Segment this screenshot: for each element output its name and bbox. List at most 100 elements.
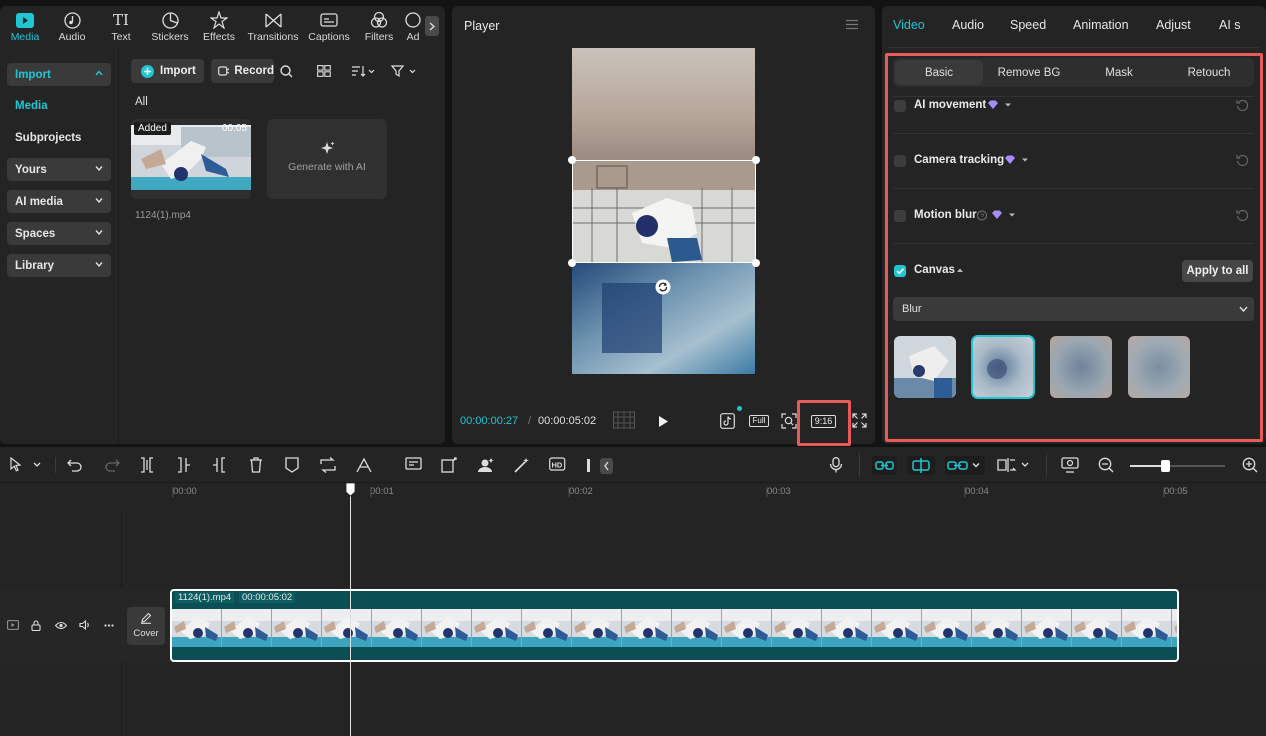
tab-adjust[interactable]: Adjust bbox=[1156, 18, 1191, 32]
resize-handle[interactable] bbox=[568, 156, 576, 164]
media-clip-card[interactable]: Added 00:05 bbox=[131, 119, 251, 199]
media-sidebar: Import Media Subprojects Yours AI media … bbox=[0, 46, 119, 444]
zoom-slider-track[interactable] bbox=[1130, 465, 1225, 467]
playhead-line[interactable] bbox=[350, 492, 351, 736]
sidebar-item-library[interactable]: Library bbox=[7, 254, 111, 277]
generate-with-ai-card[interactable]: Generate with AI bbox=[267, 119, 387, 199]
tab-filters[interactable]: Filters bbox=[354, 6, 404, 46]
toolbar-collapse-button[interactable] bbox=[600, 458, 613, 474]
tab-ai[interactable]: AI s bbox=[1219, 18, 1241, 32]
tab-transitions[interactable]: Transitions bbox=[248, 6, 298, 46]
track-video-icon[interactable] bbox=[7, 620, 19, 630]
tab-label: Stickers bbox=[151, 31, 189, 43]
fullscreen-icon[interactable] bbox=[852, 413, 867, 428]
tabs-scroll-right-button[interactable] bbox=[425, 16, 439, 36]
toolbar-grip bbox=[587, 459, 590, 472]
volume-icon[interactable] bbox=[79, 620, 91, 630]
ai-avatar-icon[interactable] bbox=[477, 457, 495, 473]
chevron-up-icon bbox=[95, 70, 103, 76]
menu-icon[interactable] bbox=[845, 19, 859, 30]
tab-adjust[interactable]: Ad bbox=[398, 6, 428, 46]
chevron-right-icon bbox=[429, 21, 435, 31]
delete-icon[interactable] bbox=[248, 457, 264, 473]
tab-effects[interactable]: Effects bbox=[194, 6, 244, 46]
link-clips-button[interactable] bbox=[945, 456, 985, 475]
tab-label: Media bbox=[10, 31, 40, 43]
tab-animation[interactable]: Animation bbox=[1073, 18, 1129, 32]
sidebar-item-ai-media[interactable]: AI media bbox=[7, 190, 111, 213]
sidebar-item-import[interactable]: Import bbox=[7, 63, 111, 86]
screen-fit-icon[interactable] bbox=[1061, 457, 1079, 473]
resize-handle[interactable] bbox=[752, 156, 760, 164]
play-icon[interactable] bbox=[658, 415, 669, 428]
tab-audio[interactable]: Audio bbox=[47, 6, 97, 46]
marker-icon[interactable] bbox=[284, 457, 300, 473]
sidebar-item-media[interactable]: Media bbox=[7, 94, 111, 117]
select-tool-icon[interactable] bbox=[9, 457, 43, 473]
tab-video[interactable]: Video bbox=[893, 18, 925, 32]
player-title: Player bbox=[464, 19, 500, 33]
inspector-highlight-box bbox=[885, 53, 1263, 442]
zoom-in-icon[interactable] bbox=[1242, 457, 1258, 473]
split-left-icon[interactable] bbox=[176, 457, 192, 473]
tool-tabs: Media Audio TI Text Stickers Effects Tra… bbox=[0, 6, 445, 46]
crop-icon[interactable] bbox=[441, 457, 459, 473]
resize-handle[interactable] bbox=[752, 259, 760, 267]
tiktok-icon[interactable] bbox=[720, 413, 735, 429]
tab-audio[interactable]: Audio bbox=[952, 18, 984, 32]
tab-media[interactable]: Media bbox=[0, 6, 50, 46]
tab-speed[interactable]: Speed bbox=[1010, 18, 1046, 32]
reverse-icon[interactable] bbox=[355, 457, 373, 473]
full-quality-button[interactable]: Full bbox=[749, 415, 769, 427]
sidebar-item-subprojects[interactable]: Subprojects bbox=[7, 126, 111, 149]
split-icon[interactable] bbox=[139, 457, 155, 473]
zoom-fit-icon[interactable] bbox=[781, 413, 797, 429]
grid-view-icon[interactable] bbox=[317, 65, 331, 77]
filmstrip-icon[interactable] bbox=[613, 411, 635, 429]
record-button[interactable]: Record bbox=[211, 59, 274, 83]
more-icon[interactable] bbox=[104, 624, 114, 627]
sidebar-item-spaces[interactable]: Spaces bbox=[7, 222, 111, 245]
adjust-icon bbox=[404, 11, 422, 29]
search-icon[interactable] bbox=[280, 65, 293, 78]
transitions-icon bbox=[264, 11, 282, 29]
magnet-toggle-button[interactable] bbox=[872, 456, 897, 475]
lock-icon[interactable] bbox=[31, 620, 41, 631]
loop-icon[interactable] bbox=[319, 457, 337, 473]
redo-icon[interactable] bbox=[104, 457, 120, 473]
filters-icon bbox=[370, 11, 388, 29]
sidebar-item-label: Library bbox=[15, 259, 54, 272]
rotate-icon[interactable] bbox=[655, 279, 671, 295]
playhead-handle[interactable] bbox=[345, 482, 356, 497]
import-button[interactable]: Import bbox=[131, 59, 204, 83]
sort-icon[interactable] bbox=[351, 65, 375, 77]
ratio-highlight-box bbox=[797, 400, 851, 446]
camera-icon bbox=[218, 66, 230, 76]
preview-axis-icon[interactable] bbox=[997, 457, 1033, 473]
text-icon: TI bbox=[113, 11, 129, 29]
sidebar-item-label: Subprojects bbox=[15, 131, 82, 144]
split-right-icon[interactable] bbox=[211, 457, 227, 473]
zoom-out-icon[interactable] bbox=[1098, 457, 1114, 473]
toolbar-separator bbox=[55, 457, 56, 473]
hd-icon[interactable]: HD bbox=[549, 457, 567, 473]
timeline-video-clip[interactable]: 1124(1).mp4 00:00:05:02 bbox=[170, 589, 1179, 662]
tab-label: Text bbox=[111, 31, 131, 43]
auto-snap-button[interactable] bbox=[907, 456, 935, 475]
magic-wand-icon[interactable] bbox=[513, 457, 531, 473]
zoom-slider-thumb[interactable] bbox=[1161, 460, 1170, 472]
microphone-icon[interactable] bbox=[829, 457, 843, 473]
cover-button[interactable]: Cover bbox=[127, 607, 165, 645]
tab-text[interactable]: TI Text bbox=[96, 6, 146, 46]
undo-icon[interactable] bbox=[67, 457, 83, 473]
resize-handle[interactable] bbox=[568, 259, 576, 267]
freeze-frame-icon[interactable] bbox=[405, 457, 423, 473]
tab-captions[interactable]: Captions bbox=[304, 6, 354, 46]
tab-stickers[interactable]: Stickers bbox=[145, 6, 195, 46]
eye-icon[interactable] bbox=[55, 621, 67, 630]
filter-icon[interactable] bbox=[391, 65, 416, 77]
sparkle-icon bbox=[321, 141, 335, 154]
clip-filename: 1124(1).mp4 bbox=[135, 210, 191, 221]
sidebar-item-yours[interactable]: Yours bbox=[7, 158, 111, 181]
selection-box[interactable] bbox=[572, 160, 756, 263]
